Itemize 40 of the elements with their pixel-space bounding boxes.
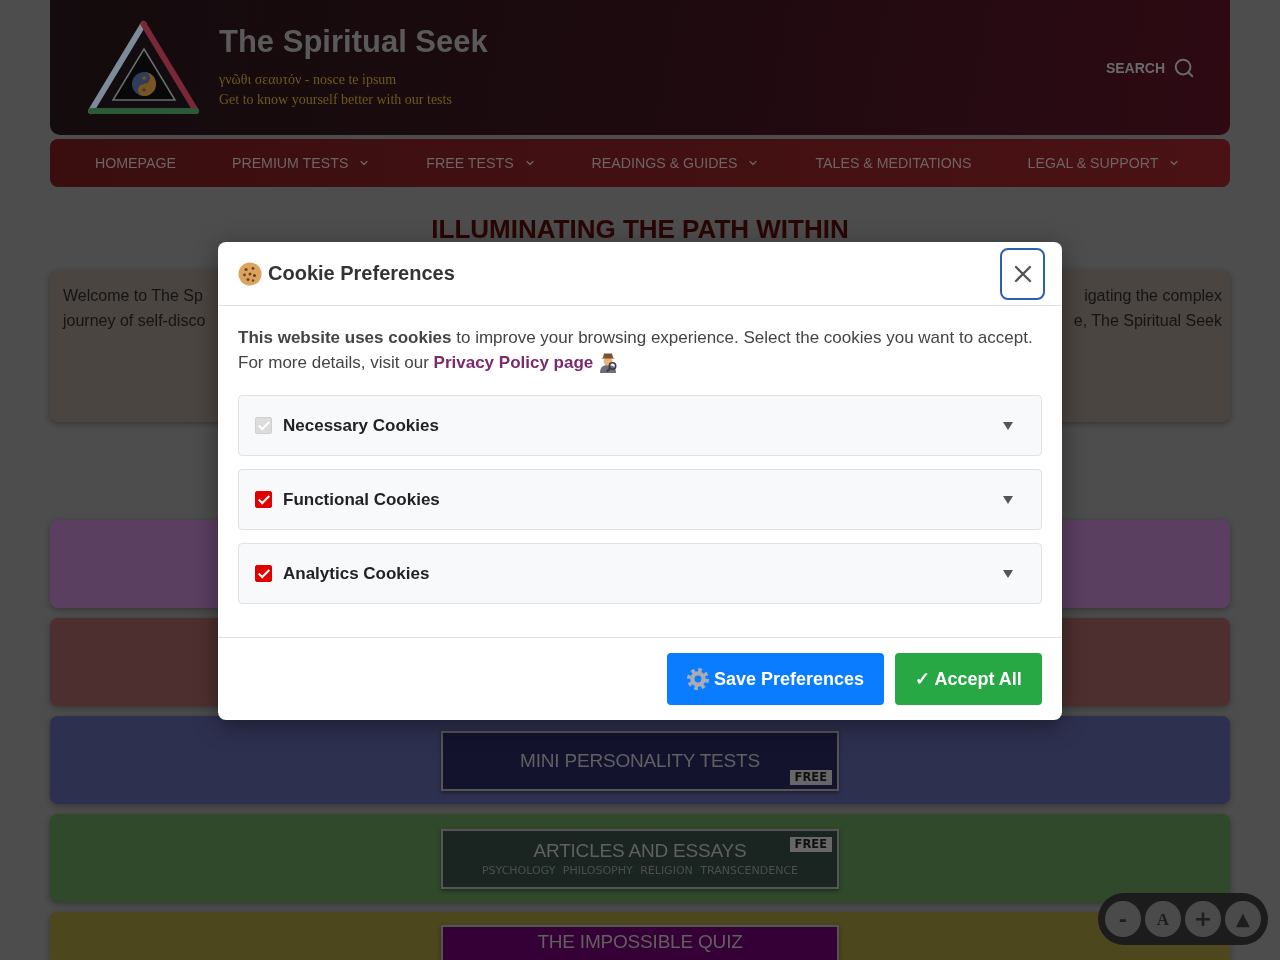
search-icon [1173,56,1195,79]
checkbox[interactable] [255,565,272,582]
dialog-title: Cookie Preferences [268,262,455,285]
search-button[interactable]: SEARCH [1105,56,1195,79]
nav-link[interactable]: TALES & MEDITATIONS [815,155,972,171]
site-tagline: γνῶθι σεαυτόν - nosce te ipsum [219,70,398,89]
free-badge: FREE [789,770,832,785]
detective-icon [598,352,619,373]
nav-link[interactable]: LEGAL & SUPPORT [1027,155,1181,171]
font-larger-button[interactable]: + [1185,901,1221,937]
nav-link[interactable]: HOMEPAGE [95,155,176,171]
section-card[interactable]: THE IMPOSSIBLE QUIZ [441,925,839,960]
nav-link[interactable]: READINGS & GUIDES [591,155,760,171]
nav-link[interactable]: PREMIUM TESTS [231,155,371,171]
gear-icon [686,668,709,690]
caret-icon[interactable] [1003,569,1013,578]
free-badge: FREE [789,837,832,852]
accept-all-button[interactable]: ✓ Accept All [895,653,1042,705]
page-heading: ILLUMINATING THE PATH WITHIN [430,213,850,246]
site-tagline: Get to know yourself better with our tests [219,90,453,109]
card-title: THE IMPOSSIBLE QUIZ [537,930,743,954]
save-preferences-button[interactable]: Save Preferences [667,653,884,705]
category-label: Necessary Cookies [283,415,439,436]
caret-icon[interactable] [1003,495,1013,504]
nav-link[interactable]: FREE TESTS [426,155,536,171]
card-title: MINI PERSONALITY TESTS [520,749,760,773]
cookie-details-text: For more details, visit our Privacy Policy page [238,352,594,374]
cookie-icon [238,261,262,286]
section-card[interactable]: MINI PERSONALITY TESTS FREE [441,731,839,791]
triangle-logo[interactable] [87,20,200,115]
privacy-policy-link[interactable]: Privacy Policy page [433,353,594,372]
checkbox[interactable] [255,491,272,508]
font-smaller-button[interactable]: - [1105,901,1141,937]
category-label: Functional Cookies [283,489,440,510]
close-button[interactable] [1000,247,1045,300]
cookie-notice-text: This website uses cookies to improve your browsing experience. Select the cookies you want to accept. [238,327,1033,349]
category-label: Analytics Cookies [283,563,430,584]
site-title: The Spiritual Seek [219,23,488,60]
scroll-top-button[interactable]: ▲ [1225,901,1261,937]
card-title: ARTICLES AND ESSAYS [533,839,747,863]
